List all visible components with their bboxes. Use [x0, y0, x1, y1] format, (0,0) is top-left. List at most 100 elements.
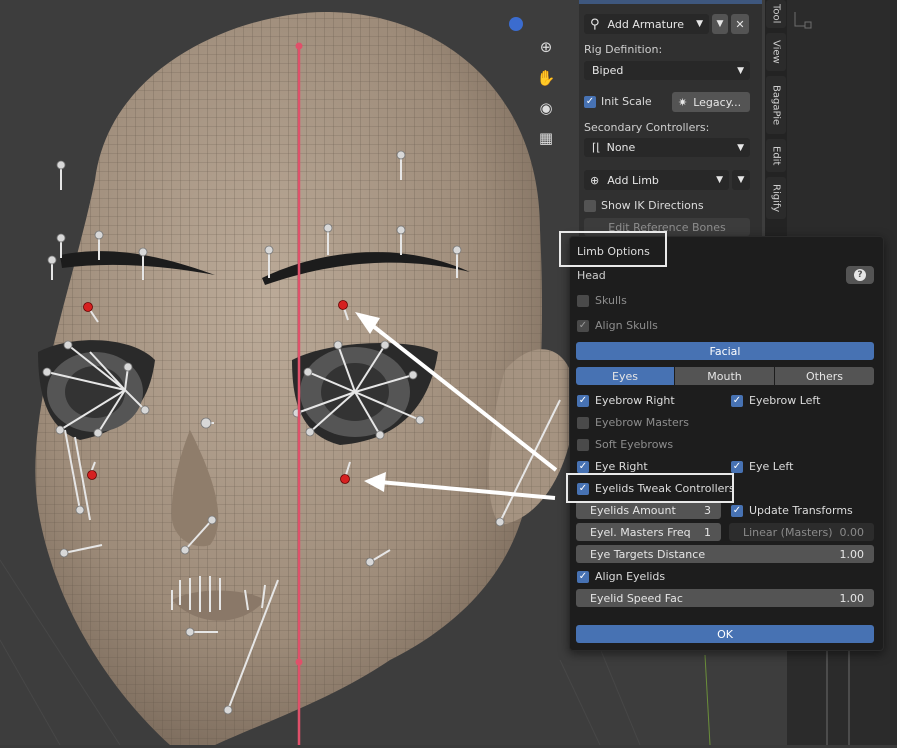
zoom-icon[interactable]: ⊕	[533, 34, 559, 60]
eye-targets-distance-label: Eye Targets Distance	[590, 547, 706, 561]
tab-others[interactable]: Others	[775, 367, 874, 385]
align-skulls-label: Align Skulls	[595, 319, 658, 332]
check-icon: ✓	[731, 504, 743, 517]
help-icon: ?	[854, 269, 866, 281]
check-icon: ✓	[731, 394, 743, 407]
eyelids-amount-field[interactable]: Eyelids Amount 3	[576, 501, 721, 519]
check-icon: ✓	[731, 460, 743, 473]
eye-targets-distance-value: 1.00	[839, 547, 865, 561]
help-button[interactable]: ?	[846, 266, 874, 284]
panel-header-strip	[579, 0, 762, 4]
hand-icon[interactable]: ✋	[533, 65, 559, 91]
scale-icon: ✷	[678, 95, 688, 109]
chevron-down-icon: ▼	[737, 142, 744, 153]
eyebrow-right-checkbox[interactable]: ✓ Eyebrow Right	[577, 394, 675, 407]
eye-right-label: Eye Right	[595, 460, 648, 473]
sidebar-panel: ⚲ Add Armature ▼ ▼ ✕ Rig Definition: Bip…	[579, 0, 762, 240]
armature-menu-button[interactable]: ▼	[712, 14, 728, 34]
rig-definition-label: Rig Definition:	[584, 43, 663, 56]
skulls-label: Skulls	[595, 294, 627, 307]
add-limb-label: Add Limb	[607, 173, 659, 187]
linear-masters-value: 0.00	[839, 525, 865, 539]
eye-left-label: Eye Left	[749, 460, 794, 473]
eyebrow-left-checkbox[interactable]: ✓ Eyebrow Left	[731, 394, 820, 407]
ok-button[interactable]: OK	[576, 625, 874, 643]
eyel-masters-freq-label: Eyel. Masters Freq	[590, 525, 691, 539]
eyel-masters-freq-value: 1	[704, 525, 711, 539]
chevron-down-icon: ▼	[716, 175, 723, 185]
chevron-down-icon: ▼	[737, 65, 744, 76]
tab-tool[interactable]: Tool	[766, 0, 786, 28]
legacy-label: Legacy...	[693, 95, 742, 109]
secondary-controllers-value: None	[606, 141, 636, 154]
eyelid-speed-fac-field[interactable]: Eyelid Speed Fac 1.00	[576, 589, 874, 607]
eyebrow-right-label: Eyebrow Right	[595, 394, 675, 407]
axis-gizmo-dot[interactable]	[509, 17, 523, 31]
eyelids-amount-value: 3	[704, 503, 711, 517]
show-ik-directions-checkbox[interactable]: Show IK Directions	[584, 199, 704, 212]
eyebrow-masters-checkbox[interactable]: Eyebrow Masters	[577, 416, 689, 429]
eyel-masters-freq-field[interactable]: Eyel. Masters Freq 1	[576, 523, 721, 541]
secondary-controllers-label: Secondary Controllers:	[584, 121, 710, 134]
limb-menu-button[interactable]: ▼	[732, 170, 750, 190]
rig-definition-value: Biped	[592, 64, 624, 77]
update-transforms-checkbox[interactable]: ✓ Update Transforms	[731, 504, 853, 517]
grid-icon[interactable]: ▦	[533, 125, 559, 151]
add-armature-label: Add Armature	[607, 17, 684, 31]
skulls-checkbox[interactable]: Skulls	[577, 294, 627, 307]
controller-icon: ⌈⌊	[592, 141, 601, 154]
rig-definition-dropdown[interactable]: Biped ▼	[584, 61, 750, 80]
close-button[interactable]: ✕	[731, 14, 749, 34]
checkbox-box	[577, 294, 589, 307]
limb-options-popup: Limb Options Head ? Skulls ✓ Align Skull…	[569, 236, 884, 651]
align-eyelids-label: Align Eyelids	[595, 570, 666, 583]
check-icon: ✓	[584, 95, 596, 108]
close-icon: ✕	[735, 17, 745, 31]
add-limb-dropdown[interactable]: ⊕ Add Limb ▼	[584, 170, 729, 190]
camera-icon[interactable]: ◉	[533, 95, 559, 121]
linear-masters-field[interactable]: Linear (Masters) 0.00	[729, 523, 874, 541]
init-scale-checkbox[interactable]: ✓ Init Scale	[584, 95, 652, 108]
soft-eyebrows-label: Soft Eyebrows	[595, 438, 674, 451]
tab-view[interactable]: View	[766, 33, 786, 71]
tab-mouth[interactable]: Mouth	[675, 367, 774, 385]
eye-left-checkbox[interactable]: ✓ Eye Left	[731, 460, 793, 473]
check-icon: ✓	[577, 460, 589, 473]
checkbox-box	[577, 416, 589, 429]
secondary-controllers-dropdown[interactable]: ⌈⌊ None ▼	[584, 138, 750, 157]
eyebrow-masters-label: Eyebrow Masters	[595, 416, 690, 429]
facial-button[interactable]: Facial	[576, 342, 874, 360]
legacy-button[interactable]: ✷ Legacy...	[672, 92, 750, 112]
align-skulls-checkbox[interactable]: ✓ Align Skulls	[577, 319, 658, 332]
eyebrow-left-label: Eyebrow Left	[749, 394, 821, 407]
chevron-down-icon: ▼	[737, 175, 745, 185]
align-eyelids-checkbox[interactable]: ✓ Align Eyelids	[577, 570, 665, 583]
update-transforms-label: Update Transforms	[749, 504, 853, 517]
add-icon: ⊕	[590, 173, 600, 187]
eye-targets-distance-field[interactable]: Eye Targets Distance 1.00	[576, 545, 874, 563]
chevron-down-icon: ▼	[716, 19, 724, 29]
eyelid-speed-fac-label: Eyelid Speed Fac	[590, 591, 683, 605]
callout-limb-options	[559, 231, 667, 267]
tab-bagapie[interactable]: BagaPie	[766, 76, 786, 134]
soft-eyebrows-checkbox[interactable]: Soft Eyebrows	[577, 438, 673, 451]
check-icon: ✓	[577, 570, 589, 583]
linear-masters-label: Linear (Masters)	[743, 525, 833, 539]
check-icon: ✓	[577, 319, 589, 332]
checkbox-box	[577, 438, 589, 451]
eye-right-checkbox[interactable]: ✓ Eye Right	[577, 460, 648, 473]
checkbox-box	[584, 199, 596, 212]
init-scale-label: Init Scale	[601, 95, 652, 108]
tab-eyes[interactable]: Eyes	[576, 367, 674, 385]
chevron-down-icon: ▼	[696, 19, 703, 29]
armature-icon: ⚲	[590, 16, 600, 32]
show-ik-directions-label: Show IK Directions	[601, 199, 704, 212]
eyelid-speed-fac-value: 1.00	[839, 591, 865, 605]
tab-edit[interactable]: Edit	[766, 139, 786, 172]
add-armature-dropdown[interactable]: ⚲ Add Armature ▼	[584, 14, 709, 34]
tab-rigify[interactable]: Rigify	[766, 177, 786, 219]
check-icon: ✓	[577, 394, 589, 407]
eyelids-amount-label: Eyelids Amount	[590, 503, 676, 517]
callout-eyelids-tweak	[566, 473, 734, 503]
head-section-label: Head	[577, 269, 606, 282]
